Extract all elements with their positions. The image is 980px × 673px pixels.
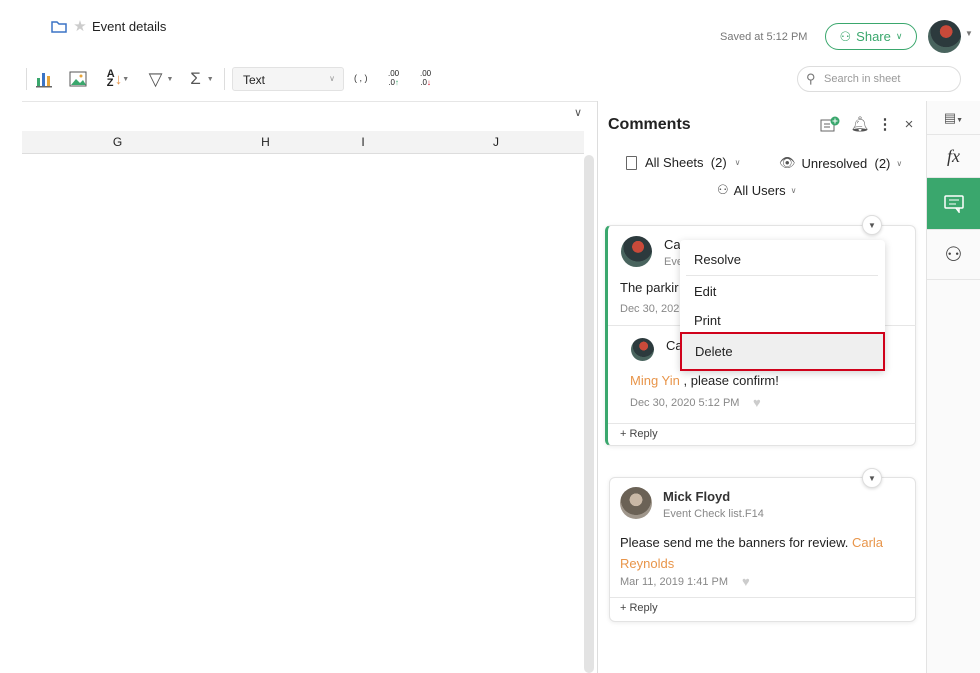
chevron-down-icon: ∨ — [329, 74, 335, 83]
chevron-down-icon: ∨ — [790, 185, 797, 195]
menu-item-resolve[interactable]: Resolve — [694, 252, 741, 267]
image-icon[interactable] — [68, 69, 88, 89]
filter-users-label: All Users — [733, 182, 786, 198]
bell-icon[interactable]: 🔔︎ — [850, 114, 869, 134]
filter-status-label: Unresolved (2) — [801, 155, 891, 171]
menu-item-delete[interactable]: Delete — [680, 332, 885, 371]
thread-options-caret-icon[interactable]: ▼ — [862, 468, 882, 488]
close-icon[interactable]: × — [901, 115, 917, 133]
comment-icon — [943, 194, 964, 213]
more-options-icon[interactable]: ⋮ — [878, 114, 893, 134]
saved-status: Saved at 5:12 PM — [720, 31, 808, 43]
mention-link[interactable]: Ming Yin — [630, 373, 680, 388]
decrease-decimal-button[interactable]: .00.0↓ — [420, 69, 431, 87]
panel-divider — [597, 101, 598, 673]
reply-button[interactable]: + Reply — [620, 428, 658, 440]
document-title[interactable]: Event details — [92, 19, 166, 34]
user-avatar[interactable] — [928, 20, 961, 53]
menu-divider — [686, 275, 878, 276]
decimal-label: .00 — [388, 69, 400, 78]
comment-author: Mick Floyd — [663, 489, 731, 504]
search-icon: ⚲ — [806, 71, 816, 86]
menu-item-print[interactable]: Print — [694, 313, 721, 328]
like-heart-icon[interactable]: ♥ — [742, 574, 750, 589]
thread-options-caret-icon[interactable]: ▼ — [862, 215, 882, 235]
comma-style-button[interactable]: ( , ) — [354, 73, 368, 83]
filter-status[interactable]: 👁︎ Unresolved (2) ∨ — [779, 155, 902, 171]
folder-icon[interactable] — [51, 19, 67, 33]
eye-icon: 👁︎ — [779, 155, 796, 170]
filter-all-sheets[interactable]: All Sheets (2) ∨ — [626, 155, 741, 170]
toolbar-bottom-border — [22, 101, 598, 102]
search-input[interactable]: ⚲ Search in sheet — [797, 66, 961, 92]
vertical-scrollbar[interactable] — [584, 155, 594, 673]
share-button[interactable]: ⚇ Share ∨ — [825, 23, 917, 50]
comments-title: Comments — [608, 116, 691, 133]
reply-button[interactable]: + Reply — [620, 602, 658, 614]
author-avatar — [620, 487, 652, 519]
fx-icon: fx — [947, 145, 960, 166]
reply-author-avatar — [631, 338, 654, 361]
comment-body: Please send me the banners for review. C… — [620, 532, 900, 574]
column-header-i[interactable]: I — [318, 131, 409, 154]
toolbar-divider — [26, 68, 27, 90]
chart-icon[interactable] — [34, 69, 54, 89]
toolbar-divider — [224, 68, 225, 90]
decimal-label: .00 — [420, 69, 432, 78]
filter-all-sheets-label: All Sheets (2) — [645, 155, 727, 170]
chevron-down-icon: ∨ — [896, 158, 903, 168]
sort-icon[interactable]: A Z ↓ ▼ — [102, 68, 134, 90]
filter-icon[interactable]: ▽ ▼ — [144, 68, 178, 90]
sidebar-item-collaborators[interactable]: ⚇ — [927, 230, 980, 280]
column-header-j[interactable]: J — [408, 131, 584, 154]
filter-users[interactable]: ⚇ All Users ∨ — [717, 182, 797, 198]
increase-decimal-button[interactable]: .00.0↑ — [388, 69, 399, 87]
comment-text: Please send me the banners for review. — [620, 535, 852, 550]
star-icon[interactable]: ★ — [72, 18, 88, 35]
column-header-h[interactable]: H — [213, 131, 319, 154]
document-view-icon: ▤▼ — [943, 109, 964, 125]
divider — [610, 597, 915, 598]
comment-thread[interactable]: Mick Floyd Event Check list.F14 Please s… — [609, 477, 916, 622]
chevron-down-icon: ∨ — [895, 31, 903, 41]
reply-body: Ming Yin , please confirm! — [630, 373, 779, 388]
reply-text: , please confirm! — [679, 373, 779, 388]
comment-context-menu: Resolve Edit Print Delete — [680, 240, 885, 371]
reply-date: Dec 30, 2020 5:12 PM — [630, 397, 740, 409]
chat-user-icon: ⚇ — [944, 244, 963, 266]
comment-author: Ca — [664, 237, 681, 252]
menu-item-delete-label: Delete — [695, 344, 733, 359]
divider — [608, 423, 916, 424]
like-heart-icon[interactable]: ♥ — [753, 395, 761, 410]
add-comment-icon[interactable] — [820, 115, 840, 135]
share-label: Share — [856, 29, 891, 44]
user-icon: ⚇ — [717, 182, 729, 197]
comment-cell-reference: Event Check list.F14 — [663, 508, 764, 520]
document-icon — [626, 155, 637, 170]
avatar-caret-icon[interactable]: ▼ — [965, 29, 973, 38]
users-icon: ⚇ — [839, 28, 852, 44]
search-placeholder: Search in sheet — [824, 73, 901, 85]
comment-date: Mar 11, 2019 1:41 PM — [620, 576, 729, 588]
sidebar-item-comments[interactable] — [927, 178, 980, 230]
sidebar-item-functions[interactable]: fx — [927, 135, 980, 178]
format-select[interactable]: Text ∨ — [232, 67, 344, 91]
column-header-g[interactable]: G — [22, 131, 214, 154]
comment-body: The parkir — [620, 280, 679, 295]
chevron-down-icon: ∨ — [734, 158, 741, 167]
collapse-chevron-icon[interactable]: ∨ — [574, 106, 582, 119]
menu-item-edit[interactable]: Edit — [694, 284, 716, 299]
sidebar-item-details[interactable]: ▤▼ — [927, 101, 980, 135]
format-select-value: Text — [243, 73, 266, 87]
sum-icon[interactable]: Σ ▼ — [186, 68, 218, 90]
author-avatar — [621, 236, 652, 267]
comment-date: Dec 30, 202 — [620, 303, 680, 315]
